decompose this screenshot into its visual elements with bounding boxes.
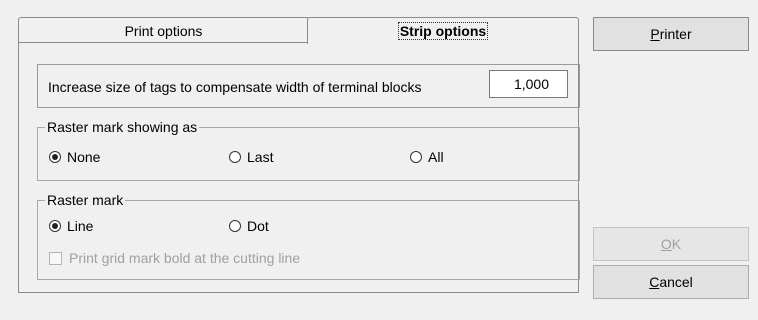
radio-none[interactable]: None [49, 149, 100, 165]
ok-button-mnemonic: O [660, 236, 672, 252]
radio-last[interactable]: Last [229, 149, 273, 165]
radio-last-indicator [229, 151, 241, 163]
bold-grid-checkbox[interactable]: Print grid mark bold at the cutting line [49, 250, 300, 266]
checkbox-box [49, 251, 62, 265]
radio-line-label: Line [67, 218, 94, 234]
printer-button[interactable]: Printer [593, 17, 749, 51]
radio-last-label: Last [247, 149, 274, 165]
printer-button-label: rinter [659, 26, 692, 42]
radio-none-indicator [49, 151, 61, 163]
raster-showing-legend: Raster mark showing as [45, 119, 200, 135]
cancel-button-label: ancel [659, 274, 693, 290]
radio-dot[interactable]: Dot [229, 218, 269, 234]
tab-print-options[interactable]: Print options [18, 17, 309, 43]
raster-showing-group [37, 127, 580, 181]
tag-size-input[interactable] [489, 70, 568, 98]
tag-size-label: Increase size of tags to compensate widt… [48, 79, 422, 95]
tab-print-options-label: Print options [124, 22, 203, 39]
radio-none-label: None [67, 149, 101, 165]
radio-all-label: All [428, 149, 444, 165]
ok-button-label: K [671, 236, 682, 252]
radio-line[interactable]: Line [49, 218, 93, 234]
printer-button-mnemonic: P [650, 26, 660, 42]
ok-button[interactable]: OK [593, 227, 749, 261]
radio-dot-label: Dot [247, 218, 269, 234]
tab-strip-options[interactable]: Strip options [307, 17, 579, 44]
cancel-button[interactable]: Cancel [593, 265, 749, 299]
raster-mark-group [37, 200, 580, 280]
radio-all[interactable]: All [410, 149, 444, 165]
raster-mark-legend: Raster mark [45, 192, 126, 208]
radio-dot-indicator [229, 220, 241, 232]
tab-strip-options-label: Strip options [397, 22, 489, 40]
radio-all-indicator [410, 151, 422, 163]
bold-grid-checkbox-label: Print grid mark bold at the cutting line [69, 250, 301, 266]
radio-line-indicator [49, 220, 61, 232]
cancel-button-mnemonic: C [649, 274, 660, 290]
